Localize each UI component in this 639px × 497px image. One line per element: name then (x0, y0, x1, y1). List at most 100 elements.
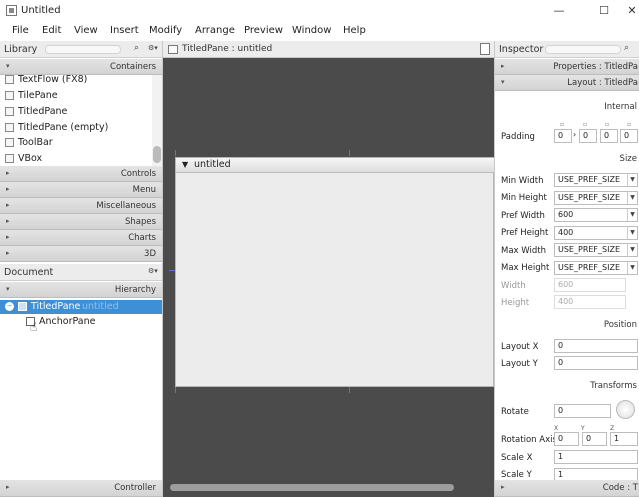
selection-handle[interactable] (349, 387, 350, 393)
layout-x-field[interactable]: 0 (554, 339, 638, 353)
tilepane-icon (5, 91, 14, 100)
padding-bottom-field[interactable]: 0 (600, 129, 618, 143)
menu-help[interactable]: Help (343, 25, 366, 36)
selection-handle[interactable] (175, 387, 176, 393)
chevron-right-icon: › (573, 130, 577, 139)
controller-section-header[interactable]: ▸ Controller (0, 480, 162, 497)
rotation-axis-z-field[interactable]: 1 (610, 432, 638, 446)
padding-right-field[interactable]: 0 (579, 129, 597, 143)
hierarchy-section-header[interactable]: ▾ Hierarchy (0, 282, 162, 298)
menu-edit[interactable]: Edit (42, 25, 61, 36)
titled-pane-header[interactable]: ▼ untitled (176, 158, 494, 173)
menu-preview[interactable]: Preview (244, 25, 283, 36)
library-item-titledpane[interactable]: TitledPane (0, 104, 152, 120)
selection-handle[interactable] (175, 150, 176, 156)
library-item-vbox[interactable]: VBox (0, 151, 152, 167)
maximize-button[interactable]: ☐ (593, 3, 615, 19)
title-bar: Untitled — ☐ ✕ (0, 0, 639, 22)
window-title: Untitled (21, 5, 61, 16)
vbox-icon (5, 154, 14, 163)
rotate-dial[interactable] (616, 400, 635, 419)
width-readonly-field: 600 (554, 278, 626, 292)
titledpane-icon (5, 123, 14, 132)
menu-modify[interactable]: Modify (149, 25, 182, 36)
menu-arrange[interactable]: Arrange (195, 25, 235, 36)
chevron-down-icon: ▼ (627, 192, 637, 204)
scrollbar-thumb[interactable] (153, 146, 161, 163)
app-icon (6, 5, 17, 16)
document-title: Document (4, 267, 54, 278)
chevron-down-icon: ▼ (627, 262, 637, 274)
minimize-button[interactable]: — (548, 3, 570, 19)
library-search-input[interactable] (45, 45, 121, 54)
expand-arrow-icon: ▸ (6, 217, 10, 225)
layout-section-header[interactable]: ▾ Layout : TitledPa (495, 75, 639, 91)
library-scrollbar[interactable] (152, 75, 162, 167)
padding-right-icon: ▫ (583, 121, 588, 128)
library-item-titledpane-empty[interactable]: TitledPane (empty) (0, 120, 152, 136)
close-button[interactable]: ✕ (621, 3, 639, 19)
shapes-section-header[interactable]: ▸ Shapes (0, 214, 162, 230)
rotation-axis-y-field[interactable]: 0 (582, 432, 607, 446)
canvas-horizontal-scrollbar[interactable] (170, 484, 454, 491)
padding-top-field[interactable]: 0 (554, 129, 572, 143)
chevron-down-icon: ▼ (627, 209, 637, 221)
max-width-select[interactable]: USE_PREF_SIZE ▼ (554, 243, 638, 257)
selection-handle[interactable] (169, 270, 175, 271)
titledpane-icon (5, 107, 14, 116)
min-width-select[interactable]: USE_PREF_SIZE ▼ (554, 173, 638, 187)
inspector-search-input[interactable] (545, 45, 621, 54)
tree-item-anchorpane[interactable]: AnchorPane (0, 315, 162, 329)
min-height-select[interactable]: USE_PREF_SIZE ▼ (554, 191, 638, 205)
titledpane-icon (18, 302, 27, 311)
gear-icon[interactable]: ⚙▾ (148, 267, 158, 275)
search-icon[interactable]: ⌕ (134, 43, 139, 53)
titled-pane-preview[interactable]: ▼ untitled (175, 157, 494, 387)
rotate-field[interactable]: 0 (554, 404, 611, 418)
selection-handle[interactable] (349, 150, 350, 156)
pref-height-select[interactable]: 400 ▼ (554, 226, 638, 240)
3d-section-header[interactable]: ▸ 3D (0, 246, 162, 262)
controls-section-header[interactable]: ▸ Controls (0, 166, 162, 182)
chevron-down-icon: ▼ (627, 174, 637, 186)
document-header: Document ⚙▾ (0, 264, 162, 281)
menu-section-header[interactable]: ▸ Menu (0, 182, 162, 198)
search-icon[interactable]: ⌕ (624, 43, 629, 53)
collapse-icon[interactable]: − (5, 302, 14, 311)
chevron-down-icon: ▼ (627, 227, 637, 239)
gear-icon[interactable]: ⚙▾ (148, 44, 158, 52)
scale-x-field[interactable]: 1 (554, 450, 638, 464)
pref-width-select[interactable]: 600 ▼ (554, 208, 638, 222)
rotation-axis-x-field[interactable]: 0 (554, 432, 579, 446)
tree-item-titledpane[interactable]: − TitledPane untitled (0, 300, 162, 314)
textflow-icon (5, 75, 14, 84)
menu-insert[interactable]: Insert (110, 25, 139, 36)
toolbar-icon (5, 138, 14, 147)
left-panel: Library ⌕ ⚙▾ ▾ Containers TextFlow (FX8)… (0, 41, 163, 497)
size-heading: Size (619, 154, 637, 164)
document-icon[interactable] (480, 43, 490, 55)
max-height-select[interactable]: USE_PREF_SIZE ▼ (554, 261, 638, 275)
library-item-tilepane[interactable]: TilePane (0, 88, 152, 104)
padding-left-field[interactable]: 0 (620, 129, 638, 143)
chevron-down-icon: ▼ (627, 244, 637, 256)
miscellaneous-section-header[interactable]: ▸ Miscellaneous (0, 198, 162, 214)
collapse-arrow-icon: ▾ (6, 62, 10, 70)
menu-window[interactable]: Window (292, 25, 331, 36)
collapse-arrow-icon: ▾ (501, 78, 505, 86)
expand-arrow-icon: ▸ (6, 233, 10, 241)
library-item-toolbar[interactable]: ToolBar (0, 135, 152, 151)
expand-arrow-icon: ▸ (6, 249, 10, 257)
menu-view[interactable]: View (74, 25, 98, 36)
layout-y-field[interactable]: 0 (554, 356, 638, 370)
code-section-header[interactable]: ▸ Code : T (495, 480, 639, 497)
cursor-hand-icon: ☝ (30, 320, 38, 334)
containers-section-header[interactable]: ▾ Containers (0, 59, 162, 75)
canvas-tab[interactable]: TitledPane : untitled (163, 41, 494, 58)
properties-section-header[interactable]: ▸ Properties : TitledPa (495, 59, 639, 75)
menu-bar: File Edit View Insert Modify Arrange Pre… (0, 22, 639, 41)
charts-section-header[interactable]: ▸ Charts (0, 230, 162, 246)
expand-arrow-icon: ▸ (6, 201, 10, 209)
library-item-textflow[interactable]: TextFlow (FX8) (0, 75, 152, 88)
menu-file[interactable]: File (12, 25, 29, 36)
